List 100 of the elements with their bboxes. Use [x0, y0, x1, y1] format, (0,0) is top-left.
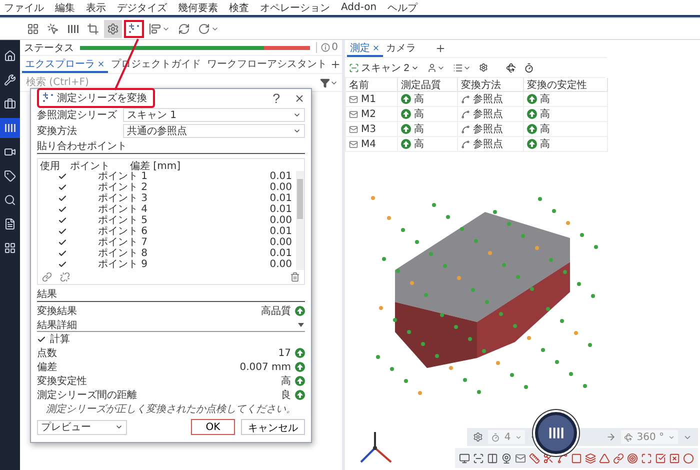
timer-icon	[491, 432, 500, 442]
column-header[interactable]: 名前	[346, 78, 398, 92]
unlink-icon[interactable]	[60, 272, 70, 282]
table-cell[interactable]: M3	[346, 122, 398, 137]
panel-tab[interactable]: エクスプローラ	[22, 56, 108, 73]
plus-icon	[330, 59, 341, 70]
timer-icon[interactable]	[524, 62, 534, 72]
navigation-dial[interactable]	[535, 412, 577, 454]
column-header[interactable]: 測定品質	[398, 78, 458, 92]
up-arrow-circle-icon	[295, 362, 305, 372]
checkbox[interactable]	[58, 227, 67, 236]
menu-item[interactable]: ヘルプ	[388, 0, 418, 14]
settings-icon[interactable]	[479, 63, 488, 72]
checkbox[interactable]	[58, 260, 67, 269]
stability-value: 高	[540, 92, 550, 106]
add-tab-button[interactable]	[435, 43, 446, 54]
menu-item[interactable]: 幾何要素	[178, 0, 218, 14]
collapsible-heading[interactable]: 結果詳細	[37, 318, 77, 332]
checkbox[interactable]	[58, 205, 67, 214]
detail-label: 測定シリーズ間の距離	[37, 388, 137, 402]
trash-icon[interactable]	[290, 272, 300, 282]
menu-item[interactable]: デジタイズ	[117, 0, 167, 14]
menu-item[interactable]: オペレーション	[260, 0, 330, 14]
right-arrow-icon[interactable]	[606, 432, 616, 442]
preview-dropdown[interactable]: プレビュー	[37, 420, 127, 434]
expand-icon[interactable]	[641, 452, 652, 464]
stability-value: 高	[540, 138, 550, 151]
list-icon	[453, 62, 464, 72]
toolbar-button[interactable]	[104, 20, 122, 38]
crop-icon	[87, 22, 99, 34]
field-label: 変換方法	[37, 124, 78, 138]
target-icon[interactable]	[627, 452, 638, 464]
rotate-icon	[624, 432, 633, 442]
square-icon[interactable]	[571, 452, 582, 464]
checkbox[interactable]	[58, 183, 67, 192]
home-icon	[4, 50, 16, 62]
link-icon[interactable]	[42, 272, 52, 282]
triangle-icon[interactable]	[599, 452, 610, 464]
dropdown[interactable]: スキャン 1	[123, 108, 305, 122]
layers-icon[interactable]	[585, 452, 596, 464]
result-value: 高品質	[261, 304, 291, 318]
status-label: ステータス	[24, 42, 74, 54]
column-header[interactable]: 変換の安定性	[524, 78, 608, 92]
sidebar-button[interactable]	[0, 118, 20, 138]
dialog-title: 測定シリーズを変換	[57, 92, 147, 105]
envelope-icon[interactable]	[515, 452, 526, 464]
dropdown[interactable]: 共通の参照点	[123, 124, 305, 138]
list-dropdown[interactable]	[453, 62, 472, 72]
series-dropdown[interactable]: スキャン 2	[349, 60, 420, 74]
table-cell[interactable]: M4	[346, 137, 398, 152]
toolbar-button[interactable]	[124, 20, 144, 38]
stability-value: 高	[540, 108, 550, 121]
checked-box-icon[interactable]	[655, 452, 666, 464]
scissors-icon[interactable]	[543, 452, 554, 464]
scan-icon[interactable]	[473, 452, 484, 464]
help-button[interactable]: ?	[272, 90, 280, 106]
menu-item[interactable]: ファイル	[4, 0, 44, 14]
detail-value: 良	[281, 388, 291, 402]
add-tab-button[interactable]	[330, 59, 341, 70]
point-name: ポイント 3	[98, 193, 149, 204]
menu-item[interactable]: 編集	[55, 0, 75, 14]
checkbox[interactable]	[58, 194, 67, 203]
dialog-button[interactable]: OK	[191, 419, 235, 435]
checkbox[interactable]	[58, 249, 67, 258]
circle-icon[interactable]	[683, 452, 694, 464]
columns-icon[interactable]	[487, 452, 498, 464]
column-header[interactable]: 変換方法	[458, 78, 524, 92]
checkbox[interactable]	[58, 216, 67, 225]
scrollbar[interactable]	[296, 171, 304, 270]
point-name: ポイント 9	[98, 259, 149, 270]
filter-button[interactable]	[320, 78, 338, 88]
detail-value: 高	[281, 374, 291, 388]
checkbox[interactable]	[58, 238, 67, 247]
rotate-icon[interactable]	[506, 62, 516, 72]
up-arrow-circle-icon	[295, 376, 305, 386]
checkbox[interactable]	[58, 172, 67, 181]
menu-item[interactable]: Add-on	[341, 2, 377, 13]
user-dropdown[interactable]	[427, 62, 446, 72]
checkbox[interactable]	[37, 334, 46, 344]
grid-icon	[27, 22, 39, 34]
point-name: ポイント 6	[98, 226, 149, 237]
monitor-icon[interactable]	[459, 452, 470, 464]
menu-item[interactable]: 表示	[86, 0, 106, 14]
panel-tab[interactable]: ワークフローアシスタント	[204, 56, 330, 73]
close-button[interactable]	[294, 92, 305, 104]
table-cell[interactable]: M2	[346, 107, 398, 122]
caret-icon[interactable]	[297, 320, 305, 328]
view-tab[interactable]: 測定	[347, 40, 383, 57]
section-heading: 結果	[37, 287, 305, 302]
deviation-value: 0.00	[270, 259, 292, 270]
menu-item[interactable]: 検査	[229, 0, 249, 14]
webcam-icon[interactable]	[501, 452, 512, 464]
ruler-icon[interactable]	[529, 452, 540, 464]
measurement-name: M3	[361, 124, 376, 134]
method-value: 参照点	[473, 92, 503, 106]
crossed-box-icon[interactable]	[669, 452, 680, 464]
view-tab[interactable]: カメラ	[383, 40, 419, 57]
dialog-button[interactable]: キャンセル	[241, 419, 305, 435]
table-cell[interactable]: M1	[346, 92, 398, 107]
link-icon[interactable]	[613, 452, 624, 464]
